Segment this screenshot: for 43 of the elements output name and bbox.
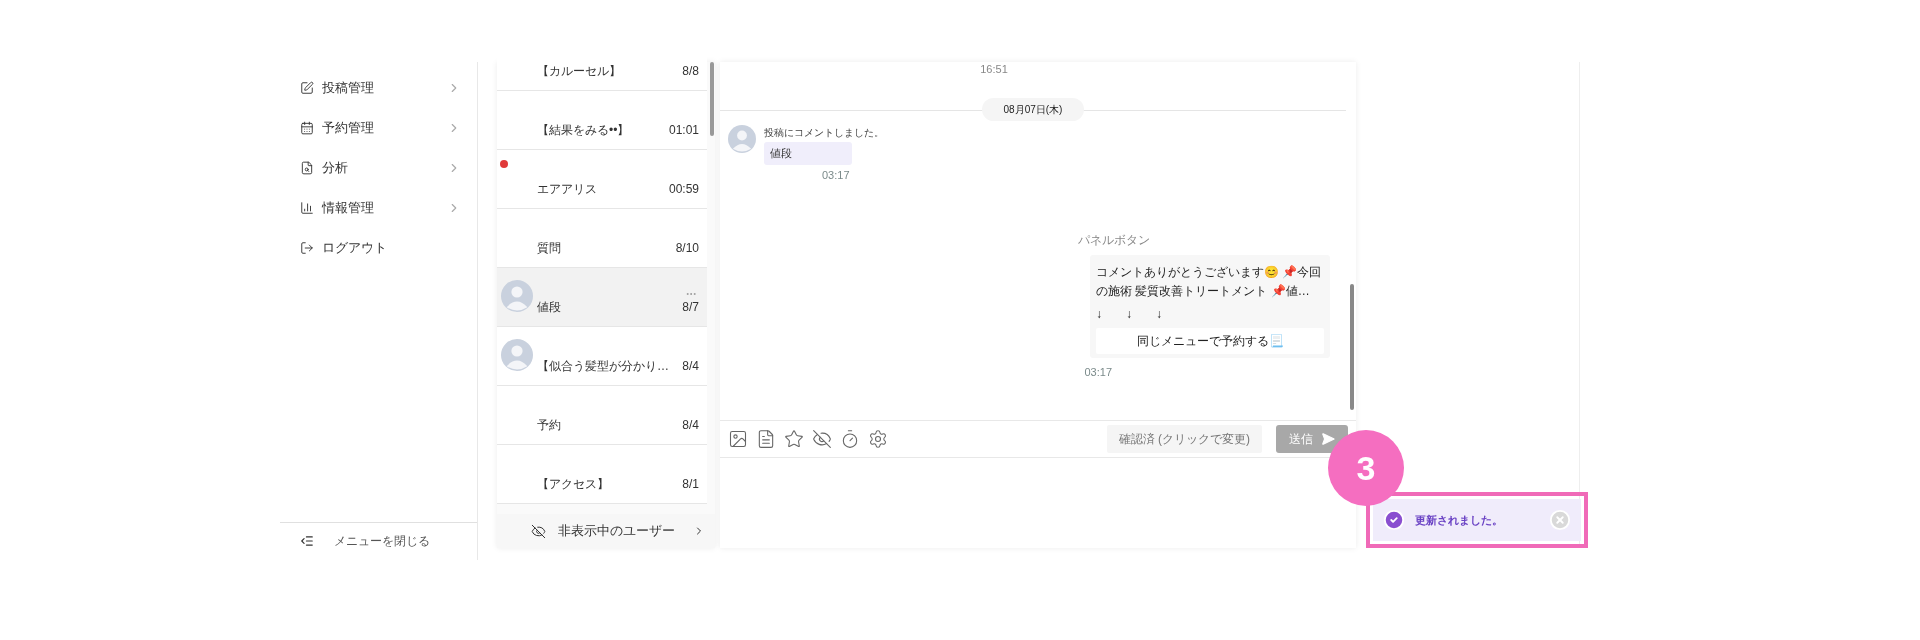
panel-title: パネルボタン xyxy=(1078,232,1150,249)
conversation-item[interactable]: 予約 8/4 xyxy=(497,386,707,445)
conversation-item[interactable]: 質問 8/10 xyxy=(497,209,707,268)
sidebar-item[interactable]: 投稿管理 xyxy=(280,68,477,108)
close-menu-link[interactable]: メニューを閉じる xyxy=(334,531,430,550)
conversation-item[interactable]: 【似合う髪型が分かり… 8/4 xyxy=(497,327,707,386)
edit-icon xyxy=(300,81,314,95)
sidebar-item[interactable]: 予約管理 xyxy=(280,108,477,148)
settings-icon[interactable] xyxy=(868,429,888,449)
conversation-item[interactable]: 【アクセス】 8/1 xyxy=(497,445,707,504)
toast: 更新されました。 xyxy=(1373,499,1581,541)
conversation-item[interactable]: 値段 8/7 xyxy=(497,268,707,327)
message-time: 16:51 xyxy=(979,62,1009,76)
panel-text: コメントありがとうございます😊 📌今回の施術 髪質改善トリートメント 📌値… xyxy=(1096,264,1323,300)
document-icon[interactable] xyxy=(756,429,776,449)
message-bubble: 値段 xyxy=(764,142,852,165)
message-time: 03:17 xyxy=(822,167,850,183)
hidden-users-button[interactable]: 非表示中のユーザー xyxy=(497,514,715,548)
hide-icon[interactable] xyxy=(812,429,832,449)
check-icon xyxy=(1383,509,1405,531)
status-button[interactable]: 確認済 (クリックで変更) xyxy=(1106,425,1262,453)
star-icon[interactable] xyxy=(784,429,804,449)
report-icon xyxy=(300,161,314,175)
conversation-item[interactable]: エアアリス 00:59 xyxy=(497,150,707,209)
conversation-item[interactable]: 【結果をみる••】 01:01 xyxy=(497,91,707,150)
avatar-icon xyxy=(728,125,756,153)
sidebar-item[interactable]: ログアウト xyxy=(280,228,477,268)
image-icon[interactable] xyxy=(728,429,748,449)
scrollbar-thumb[interactable] xyxy=(710,62,714,136)
sidebar-item[interactable]: 情報管理 xyxy=(280,188,477,228)
collapse-menu-icon xyxy=(300,533,314,548)
sidebar-item[interactable]: 分析 xyxy=(280,148,477,188)
send-icon xyxy=(1321,432,1335,446)
hidden-eye-icon xyxy=(531,523,546,539)
scrollbar-thumb[interactable] xyxy=(1350,284,1354,410)
logout-icon xyxy=(300,241,314,255)
calendar-icon xyxy=(300,121,314,135)
comment-note: 投稿にコメントしました。 xyxy=(764,126,884,140)
bar-chart-icon xyxy=(300,201,314,215)
panel-text: ↓ ↓ ↓ xyxy=(1096,306,1163,323)
timer-icon[interactable] xyxy=(840,429,860,449)
reserve-button[interactable]: 同じメニューで予約する📃 xyxy=(1096,328,1324,354)
message-time: 03:17 xyxy=(1084,365,1112,380)
